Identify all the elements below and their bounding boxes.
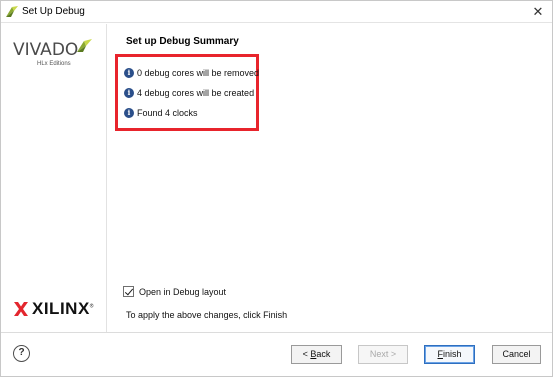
info-icon: i [124,68,134,78]
apply-changes-note: To apply the above changes, click Finish [126,310,288,320]
xilinx-logo-word: XILINX® [32,299,94,318]
finish-button-rest: inish [442,349,462,359]
summary-item-clocks-found: i Found 4 clocks [124,107,198,119]
help-button[interactable]: ? [13,345,30,362]
cancel-button[interactable]: Cancel [492,345,541,364]
close-icon[interactable]: ✕ [530,4,546,20]
summary-item-text: 0 debug cores will be removed [137,68,260,78]
next-button[interactable]: Next > [358,345,408,364]
summary-item-cores-created: i 4 debug cores will be created [124,87,254,99]
xilinx-trademark: ® [89,303,94,310]
set-up-debug-dialog: Set Up Debug ✕ VIVADO HLx Editions XILIN… [0,0,553,377]
info-icon: i [124,108,134,118]
footer-divider [1,332,552,333]
vivado-logo-subtitle: HLx Editions [37,61,71,67]
title-bar: Set Up Debug ✕ [1,1,552,23]
summary-item-text: 4 debug cores will be created [137,88,255,98]
vivado-logo: VIVADO HLx Editions [13,38,98,78]
summary-title: Set up Debug Summary [126,36,239,47]
finish-button[interactable]: Finish [424,345,475,364]
xilinx-x-icon [14,302,28,316]
summary-item-cores-removed: i 0 debug cores will be removed [124,67,259,79]
back-button-rest: ack [316,349,331,359]
summary-item-text: Found 4 clocks [137,108,198,118]
vivado-leaf-icon [6,6,18,17]
back-button[interactable]: < Back [291,345,342,364]
brand-panel: VIVADO HLx Editions XILINX® [1,24,107,332]
vivado-logo-word: VIVADO [13,40,79,60]
window-title: Set Up Debug [22,6,85,17]
open-debug-layout-option[interactable]: Open in Debug layout [123,286,226,297]
info-icon: i [124,88,134,98]
xilinx-logo: XILINX® [14,299,99,318]
open-debug-layout-checkbox[interactable] [123,286,134,297]
open-debug-layout-label[interactable]: Open in Debug layout [139,287,226,297]
vivado-leaf-logo-icon [77,39,92,52]
